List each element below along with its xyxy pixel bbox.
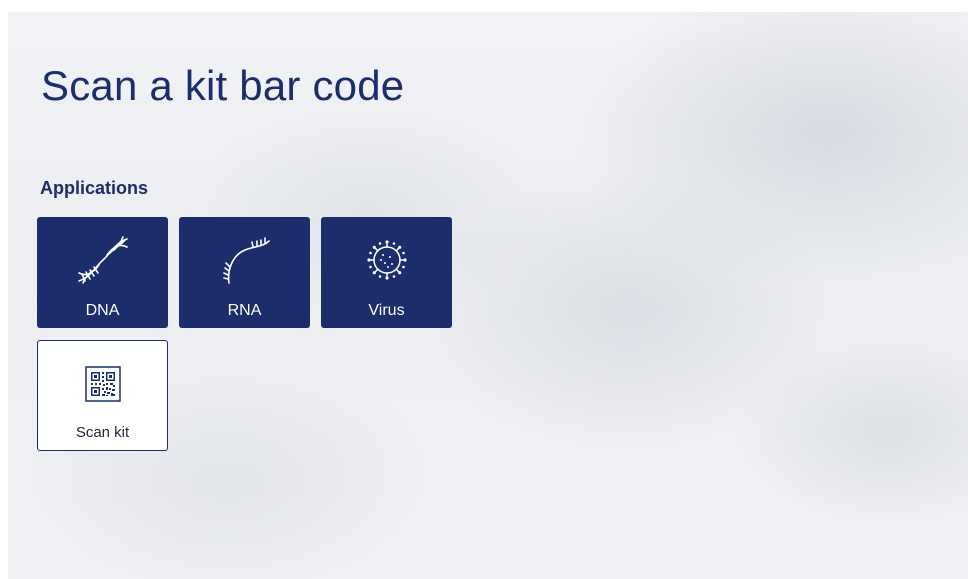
application-tile-label: RNA	[227, 302, 262, 319]
application-tile-virus[interactable]: Virus	[321, 217, 452, 328]
dna-icon	[37, 233, 168, 287]
app-screen: Scan a kit bar code Applications DNA RNA…	[8, 12, 968, 579]
applications-heading: Applications	[40, 178, 149, 198]
application-tile-rna[interactable]: RNA	[179, 217, 310, 328]
virus-icon	[321, 233, 452, 287]
rna-icon	[179, 233, 310, 287]
application-tile-dna[interactable]: DNA	[37, 217, 168, 328]
application-tile-label: DNA	[85, 302, 120, 319]
scan-kit-button[interactable]: Scan kit	[37, 340, 168, 451]
application-tile-label: Virus	[368, 302, 405, 319]
qr-code-icon	[38, 357, 167, 411]
page-title: Scan a kit bar code	[41, 62, 405, 109]
scan-kit-label: Scan kit	[75, 424, 130, 441]
